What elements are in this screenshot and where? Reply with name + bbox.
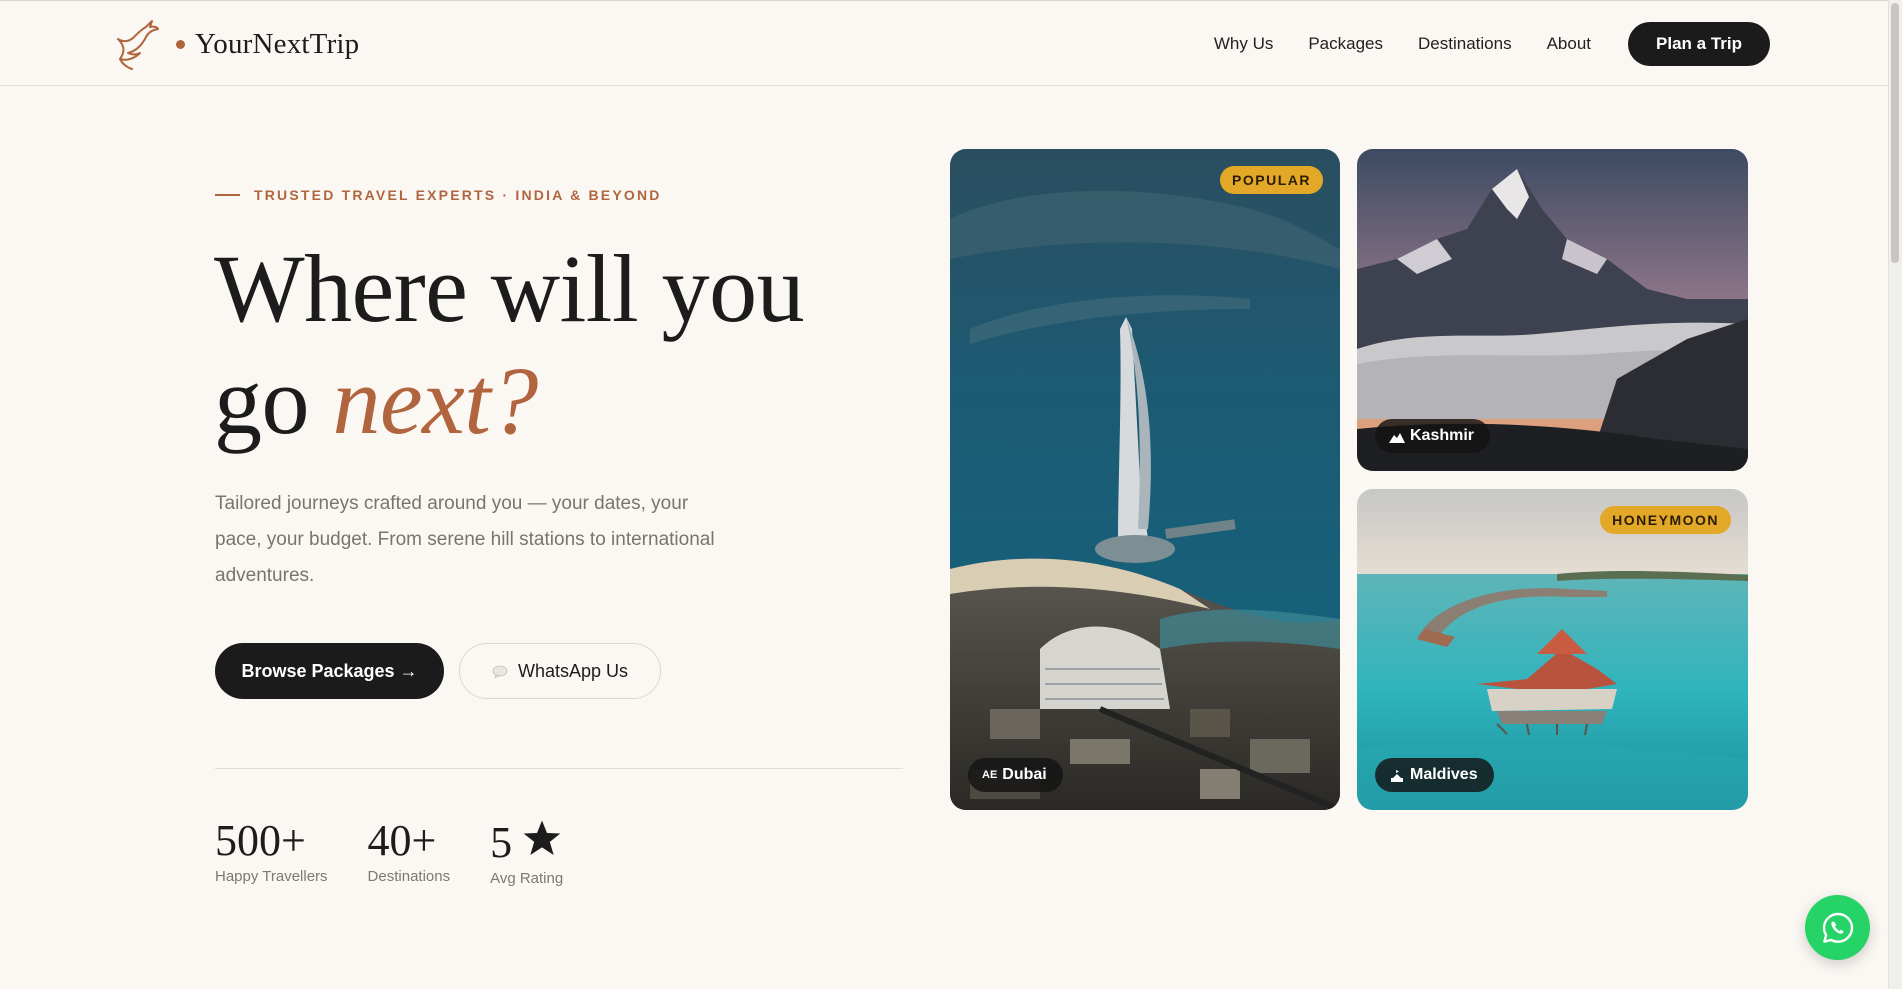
stats-divider — [215, 768, 903, 769]
whatsapp-floating-button[interactable] — [1805, 895, 1870, 960]
stat-label: Happy Travellers — [215, 868, 328, 885]
stat-value-row: 5 — [490, 818, 563, 866]
whatsapp-us-label: WhatsApp Us — [517, 660, 629, 681]
eyebrow-text: TRUSTED TRAVEL EXPERTS · INDIA & BEYOND — [254, 187, 662, 203]
stat-rating: 5 Avg Rating — [490, 818, 564, 888]
honeymoon-badge: HONEYMOON — [1600, 506, 1731, 534]
dubai-photo — [950, 149, 1340, 810]
nav-why-us[interactable]: Why Us — [1214, 34, 1274, 54]
headline-accent: next? — [332, 347, 539, 454]
site-header: YourNextTrip Why Us Packages Destination… — [0, 0, 1888, 86]
headline-line-1: Where will you — [214, 235, 805, 342]
maldives-label: Maldives — [1375, 758, 1494, 792]
nav-packages[interactable]: Packages — [1308, 34, 1383, 54]
star-icon — [523, 820, 561, 855]
destination-card-kashmir[interactable]: Kashmir — [1357, 149, 1748, 471]
uae-flag-icon: AE — [982, 769, 998, 781]
kashmir-label: Kashmir — [1375, 419, 1491, 453]
whatsapp-us-button[interactable]: WhatsApp Us — [459, 643, 661, 699]
stats-row: 500+ Happy Travellers 40+ Destinations 5… — [215, 818, 564, 888]
destination-card-dubai[interactable]: POPULAR AE Dubai — [950, 149, 1340, 810]
plan-trip-button[interactable]: Plan a Trip — [1628, 22, 1770, 66]
nav-destinations[interactable]: Destinations — [1418, 34, 1512, 54]
main-nav: Why Us Packages Destinations About Plan … — [1214, 1, 1888, 87]
scrollbar-thumb[interactable] — [1891, 3, 1899, 263]
page-scrollbar[interactable] — [1888, 0, 1902, 989]
island-icon — [1391, 769, 1403, 782]
dubai-label: AE Dubai — [968, 758, 1063, 792]
popular-badge: POPULAR — [1220, 166, 1323, 194]
bird-logo-icon — [117, 20, 159, 70]
mountain-icon — [1389, 432, 1405, 443]
chat-bubble-icon — [492, 665, 508, 678]
eyebrow-line — [215, 194, 240, 196]
rating-value: 5 — [490, 818, 513, 867]
whatsapp-icon — [1822, 912, 1853, 943]
hero-subtext: Tailored journeys crafted around you — y… — [215, 493, 715, 586]
stat-label: Destinations — [367, 868, 451, 885]
place-name: Maldives — [1410, 766, 1478, 783]
place-name: Kashmir — [1410, 427, 1475, 444]
place-name: Dubai — [1002, 766, 1047, 783]
logo-dot — [176, 39, 185, 49]
stat-destinations: 40+ Destinations — [368, 818, 451, 887]
stat-value: 40+ — [367, 816, 437, 865]
hero-headline: Where will you go next? — [214, 233, 914, 457]
nav-about[interactable]: About — [1547, 34, 1591, 54]
logo[interactable]: YourNextTrip — [112, 17, 359, 71]
browse-packages-button[interactable]: Browse Packages → — [215, 643, 444, 699]
hero-eyebrow: TRUSTED TRAVEL EXPERTS · INDIA & BEYOND — [215, 187, 662, 203]
headline-line-2: go — [214, 347, 333, 454]
brand-name: YourNextTrip — [195, 27, 360, 60]
stat-value: 500+ — [215, 816, 306, 865]
destination-card-maldives[interactable]: HONEYMOON Maldives — [1357, 489, 1748, 810]
stat-travellers: 500+ Happy Travellers — [215, 818, 328, 887]
stat-label: Avg Rating — [490, 870, 564, 887]
